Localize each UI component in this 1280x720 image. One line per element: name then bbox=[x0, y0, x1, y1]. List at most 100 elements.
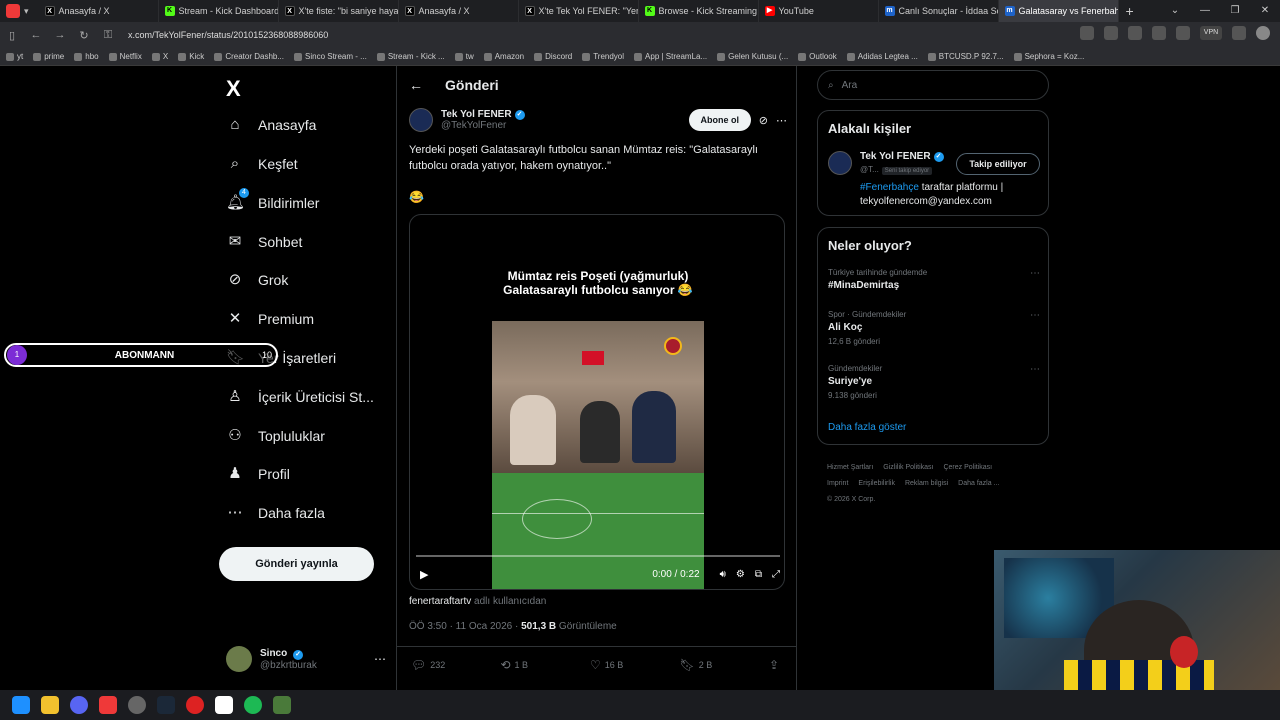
site-info-icon[interactable]: ⚿ bbox=[96, 29, 120, 42]
app-icon[interactable] bbox=[273, 696, 291, 714]
footer-link[interactable]: Hizmet Şartları bbox=[827, 464, 873, 471]
windows-start-icon[interactable] bbox=[12, 696, 30, 714]
browser-tab[interactable]: X X'te fiste: "bi saniye hayali bbox=[279, 0, 399, 22]
nav-item-home[interactable]: ⌂ Anasayfa bbox=[226, 110, 316, 140]
url-field[interactable]: x.com/TekYolFener/status/201015236808898… bbox=[128, 30, 328, 40]
post-button[interactable]: Gönderi yayınla bbox=[219, 547, 374, 581]
reload-icon[interactable]: ↻ bbox=[72, 29, 96, 42]
extension-icon[interactable] bbox=[1104, 26, 1118, 40]
source-user[interactable]: fenertaraftartv bbox=[409, 596, 471, 607]
extensions-icon[interactable] bbox=[1232, 26, 1246, 40]
vivaldi-icon[interactable] bbox=[99, 696, 117, 714]
chevron-down-icon[interactable]: ▾ bbox=[24, 6, 29, 17]
video-progress-bar[interactable] bbox=[416, 555, 780, 557]
bookmark-item[interactable]: Trendyol bbox=[582, 52, 624, 61]
bookmark-item[interactable]: Discord bbox=[534, 52, 572, 61]
show-more-link[interactable]: Daha fazla göster bbox=[828, 422, 906, 433]
footer-link[interactable]: Reklam bilgisi bbox=[905, 480, 948, 487]
bookmark-item[interactable]: Sephora = Koz... bbox=[1013, 52, 1084, 61]
extension-icon[interactable] bbox=[1080, 26, 1094, 40]
more-icon[interactable]: ⋯ bbox=[1030, 268, 1040, 279]
app-icon[interactable] bbox=[186, 696, 204, 714]
more-icon[interactable]: ⋯ bbox=[776, 114, 787, 127]
nav-item-profile[interactable]: ♟ Profil bbox=[226, 459, 290, 489]
new-tab-icon[interactable]: + bbox=[1119, 3, 1141, 19]
file-explorer-icon[interactable] bbox=[41, 696, 59, 714]
discord-icon[interactable] bbox=[70, 696, 88, 714]
x-logo-icon[interactable]: X bbox=[226, 76, 241, 102]
app-icon[interactable] bbox=[215, 696, 233, 714]
trend-item[interactable]: Spor · Gündemdekiler Ali Koç 12,6 B gönd… bbox=[828, 310, 1040, 346]
bookmark-item[interactable]: prime bbox=[33, 52, 64, 61]
avatar[interactable] bbox=[828, 151, 852, 175]
bookmark-item[interactable]: hbo bbox=[74, 52, 99, 61]
bookmark-button[interactable]: 🔖︎ 2 B bbox=[679, 658, 768, 672]
chevron-down-icon[interactable]: ⌄ bbox=[1160, 0, 1190, 22]
steam-icon[interactable] bbox=[157, 696, 175, 714]
panel-toggle-icon[interactable]: ▯ bbox=[0, 29, 24, 42]
avatar[interactable] bbox=[409, 108, 433, 132]
bookmark-item[interactable]: Adidas Legtea ... bbox=[846, 52, 918, 61]
footer-link[interactable]: Gizlilik Politikası bbox=[883, 464, 933, 471]
account-switcher[interactable]: Sinco ✓ @bzkrtburak ⋯ bbox=[226, 642, 386, 676]
video-player[interactable]: Mümtaz reis Poşeti (yağmurluk) Galatasar… bbox=[409, 214, 785, 590]
bookmark-item[interactable]: Outlook bbox=[798, 52, 837, 61]
browser-tab[interactable]: X Anasayfa / X bbox=[39, 0, 159, 22]
play-icon[interactable]: ▶ bbox=[420, 568, 428, 581]
fullscreen-icon[interactable]: ⤢ bbox=[772, 569, 780, 580]
nav-item-more[interactable]: ⋯ Daha fazla bbox=[226, 498, 325, 528]
browser-tab-active[interactable]: mGalatasaray vs Fenerbahçe✕ bbox=[998, 0, 1119, 22]
bookmark-item[interactable]: Stream - Kick ... bbox=[376, 52, 445, 61]
bookmark-item[interactable]: Sinco Stream - ... bbox=[294, 52, 367, 61]
close-window-icon[interactable]: ✕ bbox=[1250, 0, 1280, 22]
footer-link[interactable]: Imprint bbox=[827, 480, 848, 487]
browser-tab[interactable]: K Browse - Kick Streaming bbox=[639, 0, 759, 22]
tweet-time[interactable]: ÖÖ 3:50 · 11 Oca 2026 · bbox=[409, 621, 521, 632]
bookmark-item[interactable]: BTCUSD.P 92.7... bbox=[927, 52, 1004, 61]
restore-icon[interactable]: ❐ bbox=[1220, 0, 1250, 22]
trend-item[interactable]: Türkiye tarihinde gündemde #MinaDemirtaş… bbox=[828, 268, 1040, 291]
hashtag-link[interactable]: #Fenerbahçe bbox=[860, 182, 919, 193]
extension-icon[interactable] bbox=[1152, 26, 1166, 40]
reply-button[interactable]: 💬︎ 232 bbox=[411, 658, 500, 672]
nav-item-communities[interactable]: ⚇ Topluluklar bbox=[226, 421, 325, 451]
nav-item-messages[interactable]: ✉ Sohbet bbox=[226, 227, 303, 257]
share-button[interactable]: ⇪ bbox=[769, 658, 783, 672]
browser-tab[interactable]: XX'te Tek Yol FENER: "Yerdeki bbox=[519, 0, 639, 22]
forward-arrow-icon[interactable]: → bbox=[48, 29, 72, 41]
browser-tab[interactable]: K Stream - Kick Dashboard bbox=[159, 0, 279, 22]
picture-in-picture-icon[interactable]: ⧉ bbox=[755, 569, 762, 580]
browser-tab[interactable]: m Canlı Sonuçlar - İddaa Son bbox=[879, 0, 999, 22]
bookmark-item[interactable]: Gelen Kutusu (... bbox=[717, 52, 788, 61]
more-icon[interactable]: ⋯ bbox=[1030, 310, 1040, 321]
volume-icon[interactable]: 🔊︎ bbox=[720, 569, 726, 580]
settings-gear-icon[interactable]: ⚙ bbox=[736, 569, 745, 580]
bookmark-item[interactable]: Kick bbox=[178, 52, 204, 61]
bookmark-item[interactable]: Netflix bbox=[108, 52, 142, 61]
bookmark-item[interactable]: X bbox=[151, 52, 168, 61]
grok-icon[interactable]: ⊘ bbox=[759, 114, 768, 127]
repost-button[interactable]: ⟲ 1 B bbox=[500, 658, 589, 672]
bookmark-item[interactable]: App | StreamLa... bbox=[634, 52, 707, 61]
related-name[interactable]: Tek Yol FENER bbox=[860, 151, 931, 162]
more-icon[interactable]: ⋯ bbox=[374, 652, 386, 666]
extension-icon[interactable] bbox=[1128, 26, 1142, 40]
profile-avatar-icon[interactable] bbox=[1256, 26, 1270, 40]
nav-item-explore[interactable]: ⌕ Keşfet bbox=[226, 149, 298, 179]
obs-icon[interactable] bbox=[128, 696, 146, 714]
subscribe-button[interactable]: Abone ol bbox=[688, 109, 751, 131]
minimize-icon[interactable]: — bbox=[1190, 0, 1220, 22]
bookmark-item[interactable]: yt bbox=[6, 52, 23, 61]
nav-item-notifications[interactable]: 🔔︎ 4 Bildirimler bbox=[226, 188, 319, 218]
bookmark-item[interactable]: Creator Dashb... bbox=[214, 52, 284, 61]
back-arrow-icon[interactable]: ← bbox=[24, 29, 48, 41]
footer-link[interactable]: Çerez Politikası bbox=[943, 464, 992, 471]
author-handle[interactable]: @TekYolFener bbox=[441, 120, 525, 131]
browser-tab[interactable]: X Anasayfa / X bbox=[399, 0, 519, 22]
bookmark-item[interactable]: tw bbox=[454, 52, 474, 61]
nav-item-premium[interactable]: ✕ Premium bbox=[226, 304, 314, 334]
following-button[interactable]: Takip ediliyor bbox=[956, 153, 1040, 175]
vpn-badge[interactable]: VPN bbox=[1200, 26, 1222, 40]
vivaldi-logo-icon[interactable] bbox=[6, 4, 20, 18]
more-icon[interactable]: ⋯ bbox=[1030, 364, 1040, 375]
